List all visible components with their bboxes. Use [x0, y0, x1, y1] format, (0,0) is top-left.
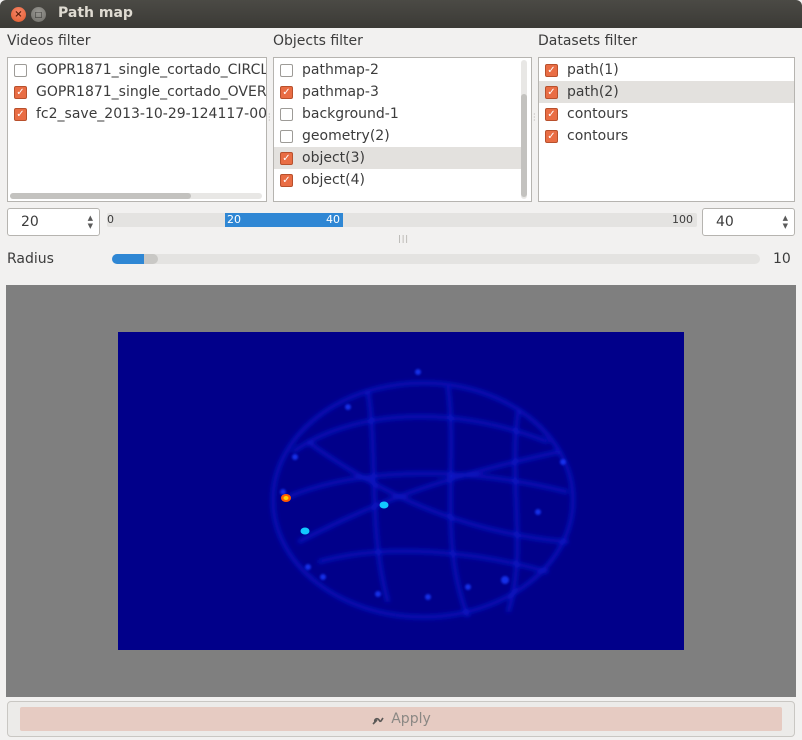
list-item[interactable]: geometry(2): [274, 125, 531, 147]
list-item-label: geometry(2): [302, 128, 390, 144]
range-min-value: 20: [21, 214, 39, 230]
checkbox[interactable]: ✓: [280, 85, 293, 99]
broom-icon: [372, 717, 384, 725]
close-window-button[interactable]: ×: [11, 7, 26, 22]
checkbox[interactable]: [280, 63, 293, 77]
list-item-label: path(2): [567, 84, 619, 100]
scrollbar-thumb[interactable]: [10, 193, 191, 199]
range-tick-min: 0: [107, 213, 114, 226]
list-item[interactable]: ✓ contours: [539, 125, 794, 147]
checkbox[interactable]: ✓: [545, 63, 558, 77]
list-item-label: pathmap-3: [302, 84, 379, 100]
spin-arrows-icon[interactable]: ▲ ▼: [88, 214, 93, 230]
checkbox[interactable]: [280, 129, 293, 143]
path-heatmap-svg: [271, 369, 575, 619]
list-item[interactable]: ✓ contours: [539, 103, 794, 125]
range-min-spinbox[interactable]: 20 ▲ ▼: [7, 208, 100, 236]
checkbox[interactable]: ✓: [14, 85, 27, 99]
checkbox[interactable]: ✓: [280, 151, 293, 165]
list-item[interactable]: ✓ path(1): [539, 59, 794, 81]
radius-slider-fill: [112, 254, 145, 264]
path-map-window: × □ Path map Videos filter Objects filte…: [0, 0, 802, 740]
datasets-filter-list[interactable]: ✓ path(1) ✓ path(2) ✓ contours ✓ contour…: [538, 57, 795, 202]
list-item-label: background-1: [302, 106, 399, 122]
checkbox[interactable]: ✓: [545, 107, 558, 121]
splitter-handle[interactable]: · · ·: [533, 111, 536, 125]
checkbox[interactable]: ✓: [280, 173, 293, 187]
hotspot-marker: [300, 527, 310, 535]
horizontal-scrollbar[interactable]: [10, 193, 262, 199]
list-item-label: path(1): [567, 62, 619, 78]
maximize-icon: □: [34, 10, 43, 19]
vertical-scrollbar[interactable]: [521, 60, 527, 199]
radius-value: 10: [773, 251, 791, 267]
list-item-label: GOPR1871_single_cortado_OVERL: [36, 84, 266, 100]
objects-filter-list[interactable]: pathmap-2 ✓ pathmap-3 background-1 geome…: [273, 57, 532, 202]
radius-slider[interactable]: [112, 254, 760, 264]
list-item-selected[interactable]: ✓ object(3): [274, 147, 521, 169]
path-map-canvas[interactable]: [6, 285, 796, 697]
spin-arrows-icon[interactable]: ▲ ▼: [783, 214, 788, 230]
title-bar: × □ Path map: [0, 0, 802, 28]
radius-slider-handle[interactable]: [144, 254, 159, 264]
list-item-label: contours: [567, 128, 629, 144]
path-heatmap-image: [118, 332, 684, 650]
hotspot-marker: [379, 501, 389, 509]
apply-button-label: Apply: [391, 711, 431, 727]
radius-label: Radius: [7, 251, 54, 267]
range-tick-max: 100: [672, 213, 693, 226]
datasets-filter-label: Datasets filter: [538, 33, 638, 49]
checkbox[interactable]: ✓: [14, 107, 27, 121]
list-item[interactable]: ✓ GOPR1871_single_cortado_OVERL: [8, 81, 266, 103]
videos-filter-list[interactable]: GOPR1871_single_cortado_CIRCLE ✓ GOPR187…: [7, 57, 267, 202]
close-icon: ×: [14, 9, 23, 20]
apply-button-frame: Apply: [7, 701, 795, 737]
window-title: Path map: [58, 5, 133, 21]
list-item[interactable]: ✓ object(4): [274, 169, 531, 191]
splitter-handle[interactable]: |||: [398, 234, 409, 243]
apply-button[interactable]: Apply: [20, 707, 782, 731]
maximize-window-button[interactable]: □: [31, 7, 46, 22]
range-max-spinbox[interactable]: 40 ▲ ▼: [702, 208, 795, 236]
list-item-label: contours: [567, 106, 629, 122]
list-item-label: object(4): [302, 172, 365, 188]
list-item-label: pathmap-2: [302, 62, 379, 78]
splitter-handle[interactable]: · · ·: [268, 111, 271, 125]
list-item[interactable]: ✓ fc2_save_2013-10-29-124117-0001: [8, 103, 266, 125]
list-item[interactable]: pathmap-2: [274, 59, 531, 81]
checkbox[interactable]: [14, 63, 27, 77]
list-item-label: GOPR1871_single_cortado_CIRCLE: [36, 62, 266, 78]
list-item[interactable]: background-1: [274, 103, 531, 125]
range-max-value: 40: [716, 214, 734, 230]
list-item-label: object(3): [302, 150, 365, 166]
list-item[interactable]: GOPR1871_single_cortado_CIRCLE: [8, 59, 266, 81]
range-tick-low: 20: [227, 213, 241, 226]
list-item-selected[interactable]: ✓ path(2): [539, 81, 794, 103]
list-item-label: fc2_save_2013-10-29-124117-0001: [36, 106, 266, 122]
videos-filter-label: Videos filter: [7, 33, 91, 49]
scrollbar-thumb[interactable]: [521, 94, 527, 197]
checkbox[interactable]: [280, 107, 293, 121]
range-slider[interactable]: 0 20 40 100: [107, 213, 697, 227]
checkbox[interactable]: ✓: [545, 85, 558, 99]
list-item[interactable]: ✓ pathmap-3: [274, 81, 531, 103]
objects-filter-label: Objects filter: [273, 33, 363, 49]
range-tick-high: 40: [326, 213, 340, 226]
checkbox[interactable]: ✓: [545, 129, 558, 143]
